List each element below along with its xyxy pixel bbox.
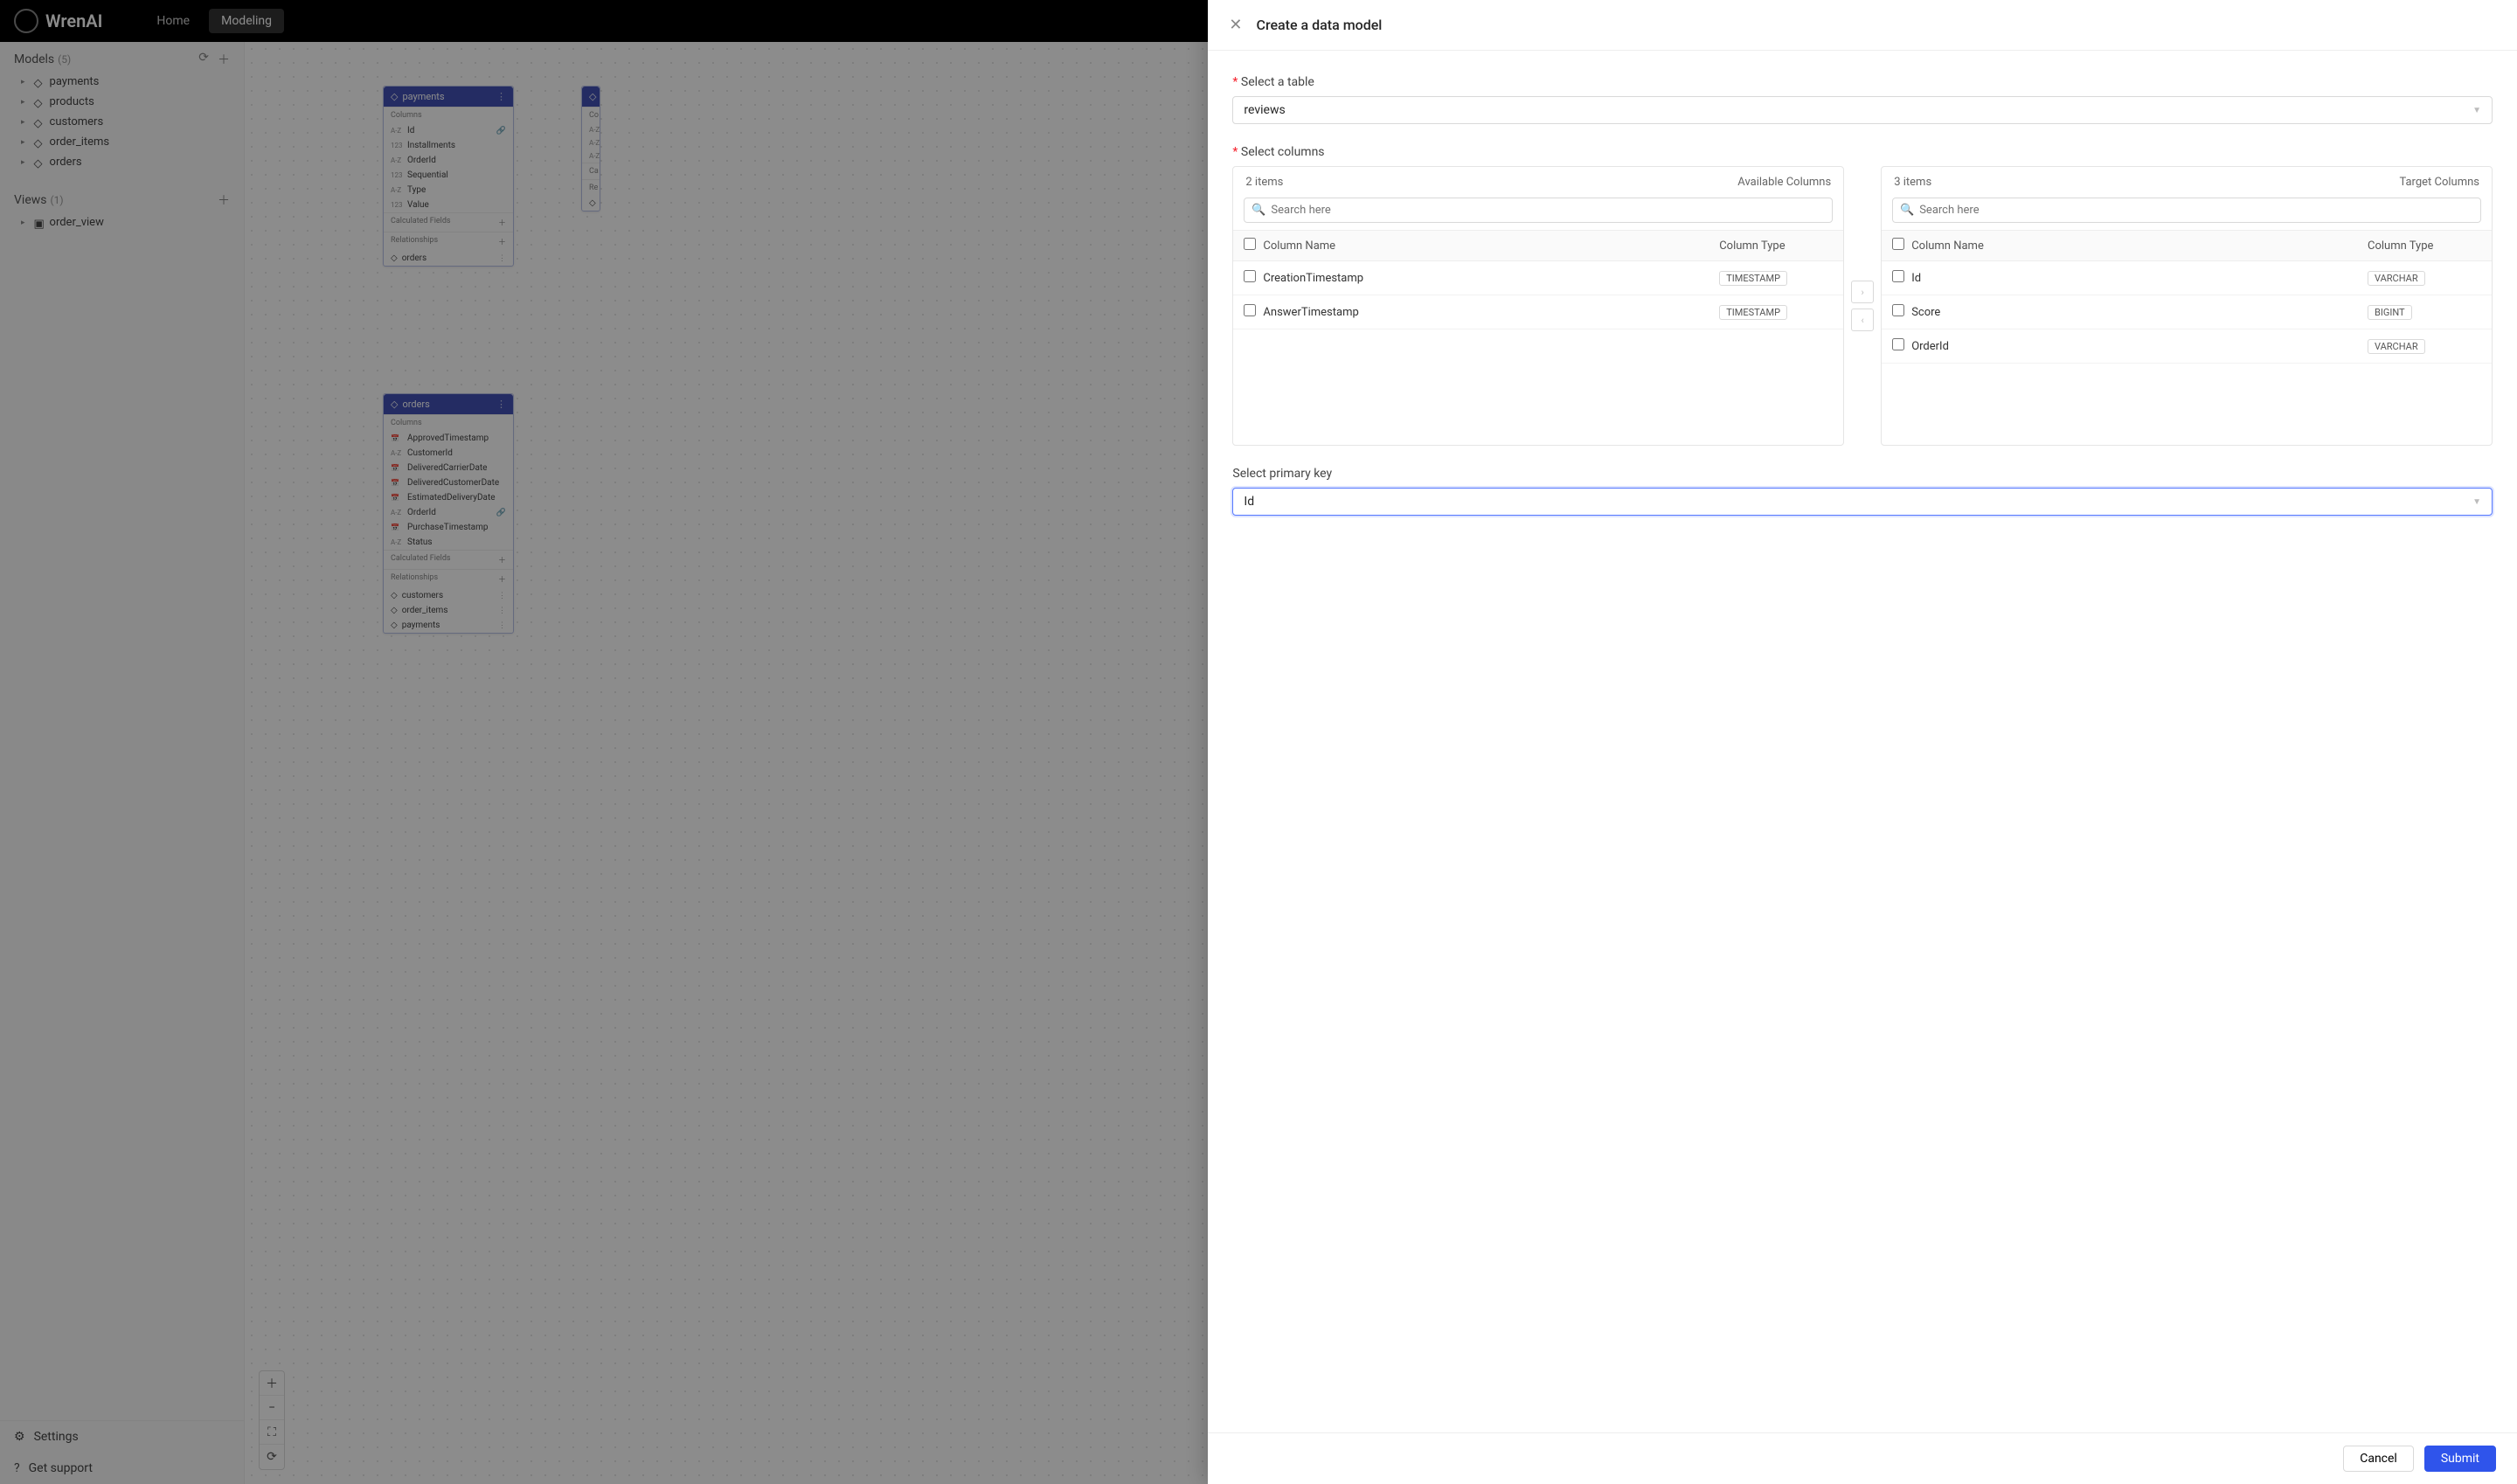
table-select[interactable]: reviews ▼ xyxy=(1232,96,2493,124)
target-select-all[interactable] xyxy=(1892,238,1904,250)
col-name: OrderId xyxy=(1911,340,2368,353)
chevron-down-icon: ▼ xyxy=(2472,106,2481,115)
move-left-button[interactable]: ‹ xyxy=(1851,309,1874,331)
pk-select[interactable]: Id ▼ xyxy=(1232,488,2493,516)
col-name-header: Column Name xyxy=(1263,239,1719,253)
col-type-header: Column Type xyxy=(2368,239,2481,253)
col-type-tag: TIMESTAMP xyxy=(1719,271,1787,286)
col-type-tag: VARCHAR xyxy=(2368,271,2425,286)
row-checkbox[interactable] xyxy=(1244,270,1256,282)
available-select-all[interactable] xyxy=(1244,238,1256,250)
available-title: Available Columns xyxy=(1737,176,1831,189)
col-name: AnswerTimestamp xyxy=(1263,306,1719,319)
pk-value: Id xyxy=(1244,495,1254,509)
drawer-title: Create a data model xyxy=(1257,17,1383,33)
submit-button[interactable]: Submit xyxy=(2424,1446,2496,1472)
col-name: CreationTimestamp xyxy=(1263,272,1719,285)
col-type-header: Column Type xyxy=(1719,239,1833,253)
table-value: reviews xyxy=(1244,103,1285,117)
select-columns-label: Select columns xyxy=(1232,145,2493,159)
column-transfer: 2 items Available Columns 🔍 Column NameC… xyxy=(1232,166,2493,446)
transfer-arrows: › ‹ xyxy=(1844,166,1881,446)
col-type-tag: BIGINT xyxy=(2368,305,2412,320)
available-count: 2 items xyxy=(1245,176,1283,189)
pk-label: Select primary key xyxy=(1232,467,2493,481)
col-name: Score xyxy=(1911,306,2368,319)
select-table-label: Select a table xyxy=(1232,75,2493,89)
close-icon[interactable]: ✕ xyxy=(1229,16,1242,34)
target-title: Target Columns xyxy=(2399,176,2479,189)
search-icon: 🔍 xyxy=(1900,204,1914,217)
search-icon: 🔍 xyxy=(1252,204,1265,217)
target-search[interactable] xyxy=(1892,198,2481,223)
chevron-down-icon: ▼ xyxy=(2472,497,2481,507)
available-panel: 2 items Available Columns 🔍 Column NameC… xyxy=(1232,166,1844,446)
col-name: Id xyxy=(1911,272,2368,285)
row-checkbox[interactable] xyxy=(1244,304,1256,316)
row-checkbox[interactable] xyxy=(1892,338,1904,350)
col-type-tag: TIMESTAMP xyxy=(1719,305,1787,320)
create-model-drawer: ✕ Create a data model Select a table rev… xyxy=(1208,0,2517,1484)
target-panel: 3 items Target Columns 🔍 Column NameColu… xyxy=(1881,166,2493,446)
target-count: 3 items xyxy=(1894,176,1931,189)
row-checkbox[interactable] xyxy=(1892,270,1904,282)
move-right-button[interactable]: › xyxy=(1851,281,1874,303)
cancel-button[interactable]: Cancel xyxy=(2343,1446,2414,1472)
col-name-header: Column Name xyxy=(1911,239,2368,253)
available-search[interactable] xyxy=(1244,198,1833,223)
row-checkbox[interactable] xyxy=(1892,304,1904,316)
col-type-tag: VARCHAR xyxy=(2368,339,2425,354)
